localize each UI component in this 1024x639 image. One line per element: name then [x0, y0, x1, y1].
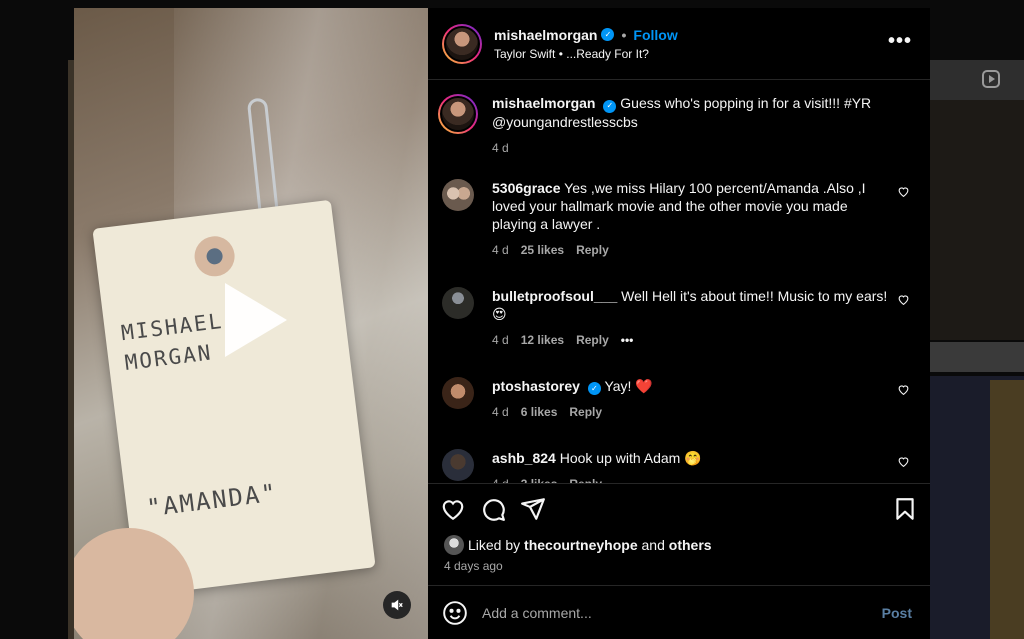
reel-video[interactable]: MISHAEL MORGAN "AMANDA"	[74, 8, 428, 639]
avatar[interactable]	[442, 449, 474, 481]
comment-likes[interactable]: 25 likes	[521, 241, 564, 259]
comment-text: Yay! ❤️	[604, 377, 653, 394]
reply-button[interactable]: Reply	[576, 241, 609, 259]
comment-options-icon[interactable]: •••	[621, 331, 634, 349]
emoji-smiley-icon[interactable]	[442, 600, 468, 626]
caption-time[interactable]: 4 d	[492, 139, 509, 157]
background-post-tile	[990, 380, 1024, 639]
avatar[interactable]	[442, 286, 474, 319]
comment-username[interactable]: ashb_824	[492, 450, 556, 466]
avatar[interactable]	[442, 178, 474, 211]
verified-badge-icon: ✓	[601, 28, 615, 41]
background-post-tile	[930, 100, 1024, 340]
like-comment-heart-icon[interactable]	[897, 383, 910, 396]
play-icon[interactable]	[219, 283, 289, 357]
comment-time[interactable]: 4 d	[492, 475, 509, 483]
reply-button[interactable]: Reply	[569, 475, 602, 483]
audio-info[interactable]: Taylor Swift • ...Ready For It?	[494, 47, 678, 61]
more-options-icon[interactable]: •••	[888, 31, 912, 51]
comment-bubble-icon[interactable]	[480, 496, 506, 522]
post-comment-button[interactable]: Post	[882, 605, 912, 621]
avatar[interactable]	[438, 94, 478, 134]
separator-dot: •	[558, 46, 563, 61]
comment-item: bulletproofsoul___ Well Hell it's about …	[442, 286, 916, 349]
separator-dot: •	[621, 26, 627, 43]
verified-badge-icon: ✓	[587, 382, 601, 395]
comment-time[interactable]: 4 d	[492, 331, 509, 349]
comment-input[interactable]	[482, 604, 882, 621]
comment-item: ptoshastorey ✓ Yay! ❤️ 4 d 6 likes Reply	[442, 376, 916, 422]
likes-prefix: Liked by	[468, 537, 521, 553]
reply-button[interactable]: Reply	[576, 331, 609, 349]
post-side-panel: mishaelmorgan ✓ • Follow Taylor Swift • …	[428, 8, 930, 639]
caption: mishaelmorgan ✓ Guess who's popping in f…	[438, 94, 916, 157]
comments-list[interactable]: mishaelmorgan ✓ Guess who's popping in f…	[428, 80, 930, 483]
post-timestamp[interactable]: 4 days ago	[428, 555, 930, 573]
reply-button[interactable]: Reply	[569, 403, 602, 421]
caption-username[interactable]: mishaelmorgan	[492, 95, 595, 111]
post-actions-bar	[428, 483, 930, 533]
comment-time[interactable]: 4 d	[492, 241, 509, 259]
post-header: mishaelmorgan ✓ • Follow Taylor Swift • …	[428, 8, 930, 80]
tag-text-line: "AMANDA"	[145, 478, 280, 523]
comment-username[interactable]: ptoshastorey	[492, 378, 580, 394]
add-comment-bar: Post	[428, 585, 930, 639]
comment-likes[interactable]: 3 likes	[521, 475, 558, 483]
comment-username[interactable]: 5306grace	[492, 180, 561, 196]
tag-hole	[192, 234, 237, 279]
comment-likes[interactable]: 6 likes	[521, 403, 558, 421]
like-comment-heart-icon[interactable]	[897, 293, 910, 306]
background-post-tile	[930, 342, 1024, 372]
like-heart-icon[interactable]	[440, 496, 466, 522]
audio-title[interactable]: ...Ready For It?	[566, 47, 649, 61]
comment-item: ashb_824 Hook up with Adam 🤭 4 d 3 likes…	[442, 449, 916, 483]
comment-text: Hook up with Adam 🤭	[559, 450, 702, 466]
save-bookmark-icon[interactable]	[892, 496, 918, 522]
audio-artist[interactable]: Taylor Swift	[494, 47, 555, 61]
avatar[interactable]	[442, 376, 474, 409]
avatar[interactable]	[444, 535, 464, 555]
post-modal: MISHAEL MORGAN "AMANDA" mishaelmorgan ✓ …	[74, 8, 930, 639]
likes-summary: Liked by thecourtneyhope and others	[428, 533, 930, 555]
liked-by-user[interactable]: thecourtneyhope	[524, 537, 638, 553]
mute-icon[interactable]	[383, 591, 411, 619]
share-paper-plane-icon[interactable]	[520, 496, 546, 522]
speaker-muted-icon	[391, 599, 403, 611]
comment-item: 5306grace Yes ,we miss Hilary 100 percen…	[442, 178, 916, 259]
liked-by-others[interactable]: others	[669, 537, 712, 553]
like-comment-heart-icon[interactable]	[897, 455, 910, 468]
background-post-tile	[930, 60, 1024, 100]
comment-likes[interactable]: 12 likes	[521, 331, 564, 349]
reel-icon	[982, 70, 1000, 88]
comment-time[interactable]: 4 d	[492, 403, 509, 421]
like-comment-heart-icon[interactable]	[897, 185, 910, 198]
avatar[interactable]	[442, 23, 482, 64]
comment-username[interactable]: bulletproofsoul___	[492, 288, 617, 304]
follow-button[interactable]: Follow	[633, 27, 677, 43]
verified-badge-icon: ✓	[603, 99, 617, 113]
tag-text-line: MORGAN	[123, 340, 214, 375]
author-username[interactable]: mishaelmorgan	[494, 27, 597, 43]
likes-and: and	[641, 537, 665, 553]
